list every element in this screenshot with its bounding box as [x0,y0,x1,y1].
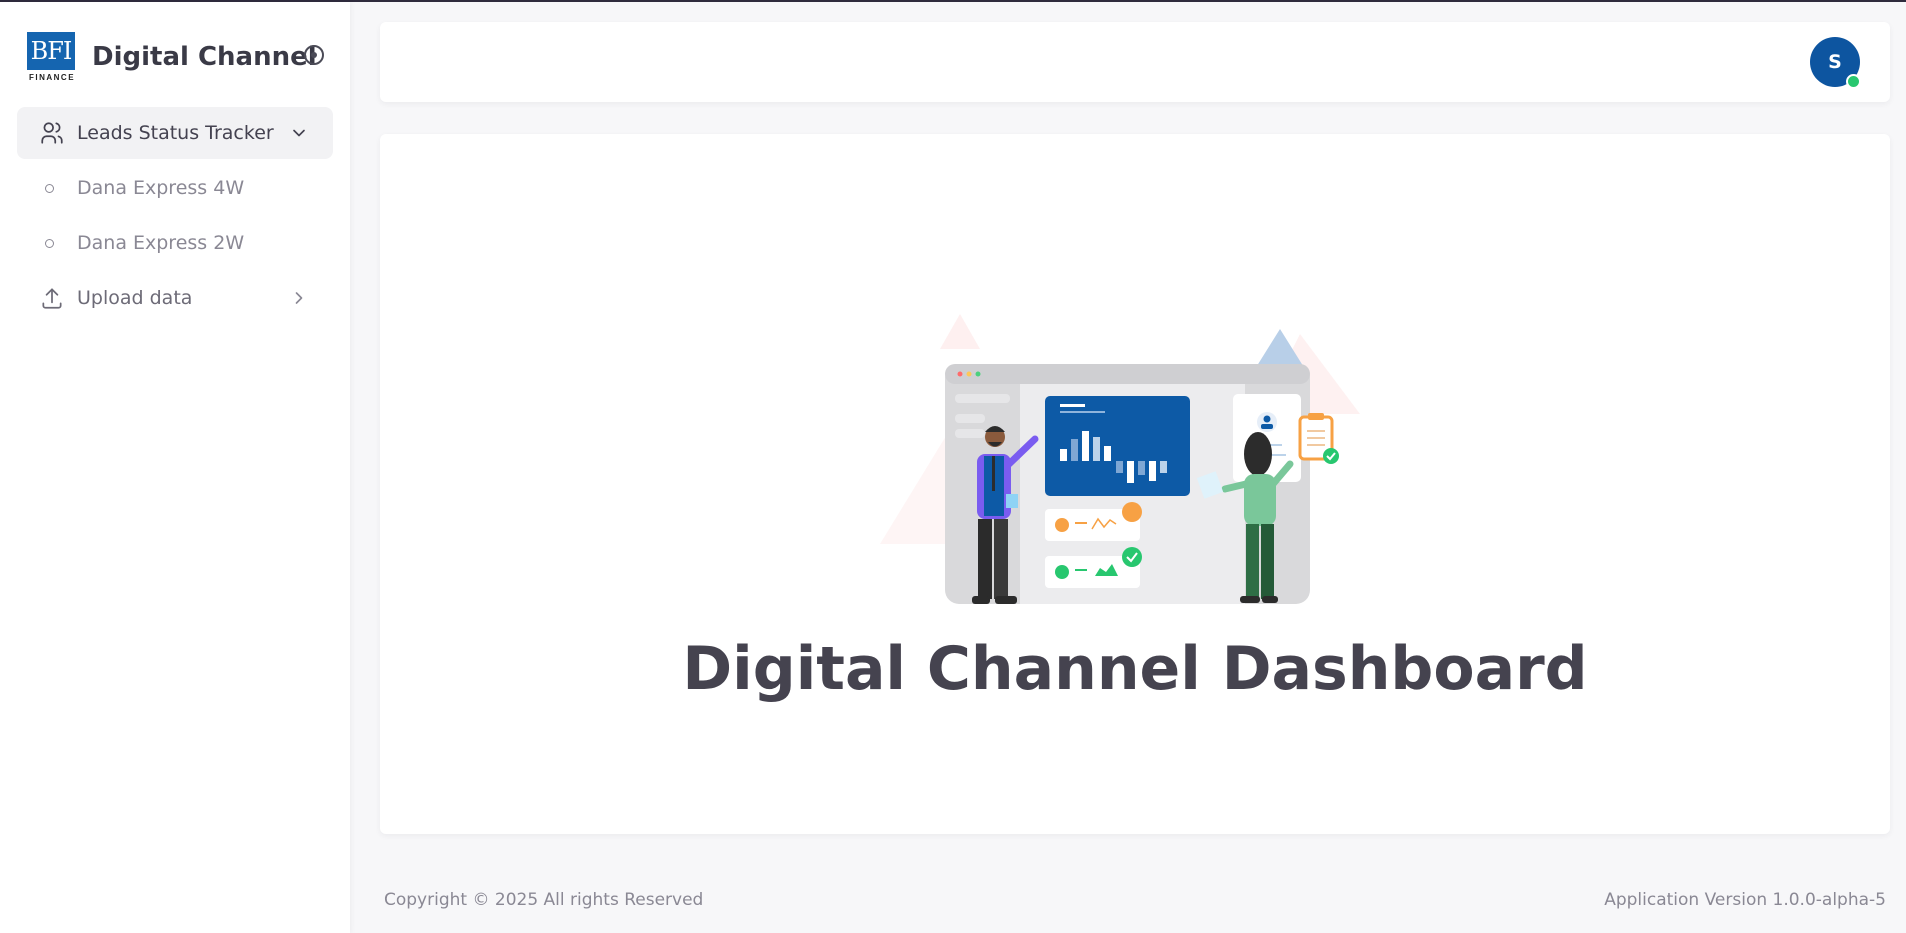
sidebar-item-upload-data[interactable]: Upload data [17,272,333,324]
online-status-dot [1846,74,1861,89]
logo-subtext: FINANCE [28,73,76,82]
sidebar-item-leads-status-tracker[interactable]: Leads Status Tracker [17,107,333,159]
chevron-down-icon [289,123,309,143]
top-navbar: S [380,22,1890,102]
brand[interactable]: BFI FINANCE Digital Channel [26,30,317,84]
circle-bullet-icon [45,238,54,248]
sidebar-collapse-toggle-icon[interactable] [304,45,324,65]
dashboard-card: Digital Channel Dashboard [380,134,1890,834]
sidebar: BFI FINANCE Digital Channel Leads Status… [0,2,350,933]
bfi-logo: BFI FINANCE [26,31,76,83]
sidebar-item-label: Leads Status Tracker [77,122,274,144]
sidebar-item-label: Dana Express 2W [77,232,245,254]
sidebar-subitem-dana-express-4w[interactable]: Dana Express 4W [17,164,333,212]
dashboard-illustration [880,314,1360,604]
footer-version: Application Version 1.0.0-alpha-5 [1604,890,1886,910]
upload-icon [39,285,65,311]
chevron-right-icon [289,288,309,308]
sidebar-subitem-dana-express-2w[interactable]: Dana Express 2W [17,219,333,267]
sidebar-item-label: Dana Express 4W [77,177,245,199]
circle-bullet-icon [45,183,54,193]
page-title: Digital Channel Dashboard [682,634,1588,704]
sidebar-item-label: Upload data [77,287,193,309]
logo-text: BFI [27,32,75,70]
users-icon [39,120,65,146]
app-title: Digital Channel [92,42,317,72]
footer-copyright: Copyright © 2025 All rights Reserved [384,890,704,910]
